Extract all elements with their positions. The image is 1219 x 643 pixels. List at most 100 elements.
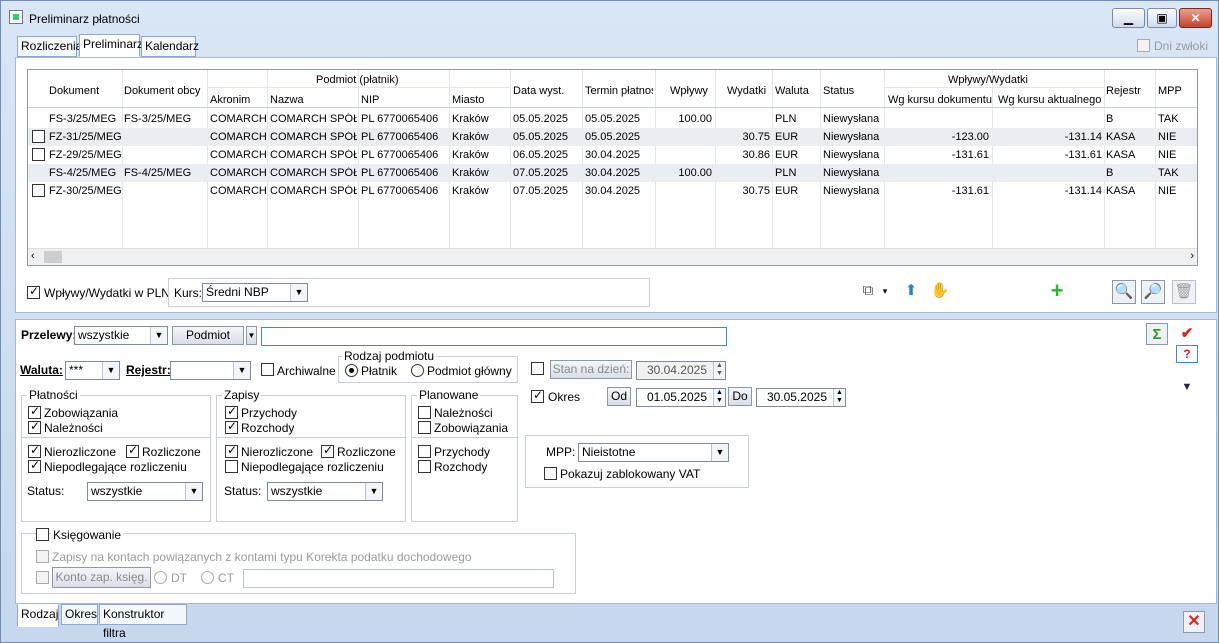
zapisy-rozliczone-checkbox[interactable] (321, 443, 334, 458)
col-wydatki[interactable]: Wydatki (727, 85, 766, 97)
konto-checkbox[interactable] (36, 571, 49, 584)
table-row[interactable]: FS-3/25/MEG FS-3/25/MEG COMARCH COMARCH SPÓ… (28, 110, 1197, 128)
zapisy-niepodlegajace-checkbox[interactable] (225, 460, 238, 473)
scroll-right-icon[interactable]: › (1190, 250, 1194, 262)
nierozliczone-checkbox[interactable] (28, 443, 41, 458)
payments-grid[interactable]: Dokument Dokument obcy Podmiot (płatnik)… (27, 69, 1198, 266)
stan-na-dzien-button[interactable]: Stan na dzień: (550, 360, 632, 379)
tab-preliminarz[interactable]: Preliminarz (79, 34, 143, 57)
chevron-down-icon[interactable]: ▾ (880, 280, 890, 304)
podmiot-dropdown-icon[interactable]: ▼ (246, 326, 257, 345)
horizontal-scrollbar[interactable]: ‹ › (28, 248, 1197, 265)
waluta-select[interactable]: *** ▼ (65, 361, 120, 380)
scroll-thumb[interactable] (44, 251, 62, 263)
col-dokument[interactable]: Dokument (49, 85, 99, 97)
od-button[interactable]: Od (607, 387, 631, 406)
close-icon[interactable]: ✕ (1179, 8, 1212, 28)
col-wplywy[interactable]: Wpływy (670, 85, 708, 97)
tab-kalendarz[interactable]: Kalendarz (141, 36, 199, 57)
rozliczone-checkbox[interactable] (126, 443, 139, 458)
pokazuj-vat-checkbox[interactable] (544, 467, 557, 480)
podmiot-glowny-radio[interactable] (411, 364, 424, 377)
help-icon[interactable]: ? (1176, 345, 1198, 363)
zapisy-status-select[interactable]: wszystkie ▼ (267, 482, 383, 501)
niepodlegajace-checkbox[interactable] (28, 458, 41, 473)
delete-icon[interactable]: 🗑 (1172, 280, 1196, 304)
maximize-icon[interactable]: ▣ (1147, 8, 1177, 28)
minimize-icon[interactable]: ▁ (1112, 8, 1145, 28)
spinner-icon[interactable]: ▲ ▼ (833, 389, 845, 406)
col-wg-kursu-dok[interactable]: Wg kursu dokumentu (888, 94, 992, 106)
dni-zwloki-checkbox[interactable] (1137, 39, 1150, 52)
search-advanced-icon[interactable]: 🔎 (1141, 280, 1165, 304)
table-row[interactable]: FZ-31/25/MEG COMARCH COMARCH SPÓŁK PL 67700… (28, 128, 1197, 146)
row-checkbox[interactable] (32, 130, 45, 143)
col-mpp[interactable]: MPP (1158, 85, 1182, 97)
col-akronim[interactable]: Akronim (210, 94, 250, 106)
ksiegowanie-checkbox[interactable] (36, 528, 49, 541)
konto-input[interactable] (243, 569, 554, 588)
konto-zap-ksieg-button[interactable]: Konto zap. księg. (52, 567, 151, 588)
ct-radio[interactable] (201, 571, 214, 584)
table-row[interactable]: FZ-30/25/MEG COMARCH COMARCH SPÓŁK PL 67700… (28, 182, 1197, 200)
spinner-icon[interactable]: ▲ ▼ (713, 362, 725, 379)
scroll-left-icon[interactable]: ‹ (31, 250, 35, 262)
spinner-icon[interactable]: ▲ ▼ (713, 389, 725, 406)
okres-checkbox[interactable] (531, 388, 544, 403)
copy-icon[interactable]: ⧉ (856, 280, 880, 304)
tab-rodzaj[interactable]: Rodzaj (17, 604, 59, 627)
stan-date-input[interactable]: 30.04.2025 ▲ ▼ (636, 361, 726, 380)
do-date-input[interactable]: 30.05.2025 ▲ ▼ (756, 388, 846, 407)
od-date-input[interactable]: 01.05.2025 ▲ ▼ (636, 388, 726, 407)
status-select[interactable]: wszystkie ▼ (87, 482, 203, 501)
check-icon[interactable]: ✔ (1176, 323, 1198, 345)
podmiot-input[interactable] (261, 327, 727, 346)
col-rejestr[interactable]: Rejestr (1106, 85, 1141, 97)
table-row[interactable]: FZ-29/25/MEG COMARCH COMARCH SPÓŁK PL 67700… (28, 146, 1197, 164)
row-checkbox[interactable] (32, 148, 45, 161)
col-data-wyst[interactable]: Data wyst. (513, 85, 564, 97)
planowane-naleznosci-checkbox[interactable] (418, 406, 431, 419)
col-dokument-obcy[interactable]: Dokument obcy (124, 85, 200, 97)
przelewy-select[interactable]: wszystkie ▼ (74, 326, 168, 345)
close-filter-icon[interactable]: ✕ (1183, 611, 1205, 633)
archiwalne-checkbox[interactable] (261, 363, 274, 376)
platnik-radio[interactable] (345, 364, 358, 377)
tab-okres[interactable]: Okres (61, 604, 98, 625)
col-wg-kursu-akt[interactable]: Wg kursu aktualnego (998, 94, 1101, 106)
col-waluta[interactable]: Waluta (775, 85, 809, 97)
filter-arrow-icon[interactable]: ▼ (1176, 376, 1198, 394)
pln-checkbox[interactable] (27, 284, 40, 299)
col-termin[interactable]: Termin płatnoś (585, 85, 653, 97)
planowane-rozchody-checkbox[interactable] (418, 460, 431, 473)
rozchody-checkbox[interactable] (225, 419, 238, 434)
zobowiazania-checkbox[interactable] (28, 404, 41, 419)
col-nip[interactable]: NIP (361, 94, 379, 106)
col-podmiot: Podmiot (płatnik) (316, 74, 399, 86)
col-miasto[interactable]: Miasto (452, 94, 484, 106)
export-icon[interactable]: ⬆ (899, 280, 923, 304)
mpp-select[interactable]: Nieistotne ▼ (578, 443, 729, 462)
table-row[interactable]: FS-4/25/MEG FS-4/25/MEG COMARCH COMARCH SPÓ… (28, 164, 1197, 182)
stan-checkbox[interactable] (531, 362, 544, 375)
search-icon[interactable]: 🔍 (1112, 280, 1136, 304)
tab-konstruktor-filtra[interactable]: Konstruktor filtra (99, 604, 187, 640)
do-button[interactable]: Do (728, 387, 752, 406)
row-checkbox[interactable] (32, 184, 45, 197)
zapisy-nierozliczone-checkbox[interactable] (225, 443, 238, 458)
podmiot-button[interactable]: Podmiot (172, 326, 244, 345)
naleznosci-checkbox[interactable] (28, 419, 41, 434)
col-status[interactable]: Status (823, 85, 854, 97)
zapisy-na-kontach-checkbox[interactable] (36, 550, 49, 563)
planowane-zobowiazania-checkbox[interactable] (418, 421, 431, 434)
col-nazwa[interactable]: Nazwa (270, 94, 304, 106)
sum-icon[interactable]: Σ (1146, 323, 1168, 345)
przychody-checkbox[interactable] (225, 404, 238, 419)
hand-icon[interactable]: ✋ (928, 280, 952, 304)
rejestr-select[interactable]: ▼ (170, 361, 251, 380)
tab-rozliczenia[interactable]: Rozliczenia (17, 36, 82, 57)
add-icon[interactable]: + (1045, 280, 1069, 304)
planowane-przychody-checkbox[interactable] (418, 445, 431, 458)
dt-radio[interactable] (154, 571, 167, 584)
kurs-select[interactable]: Średni NBP ▼ (202, 283, 308, 302)
